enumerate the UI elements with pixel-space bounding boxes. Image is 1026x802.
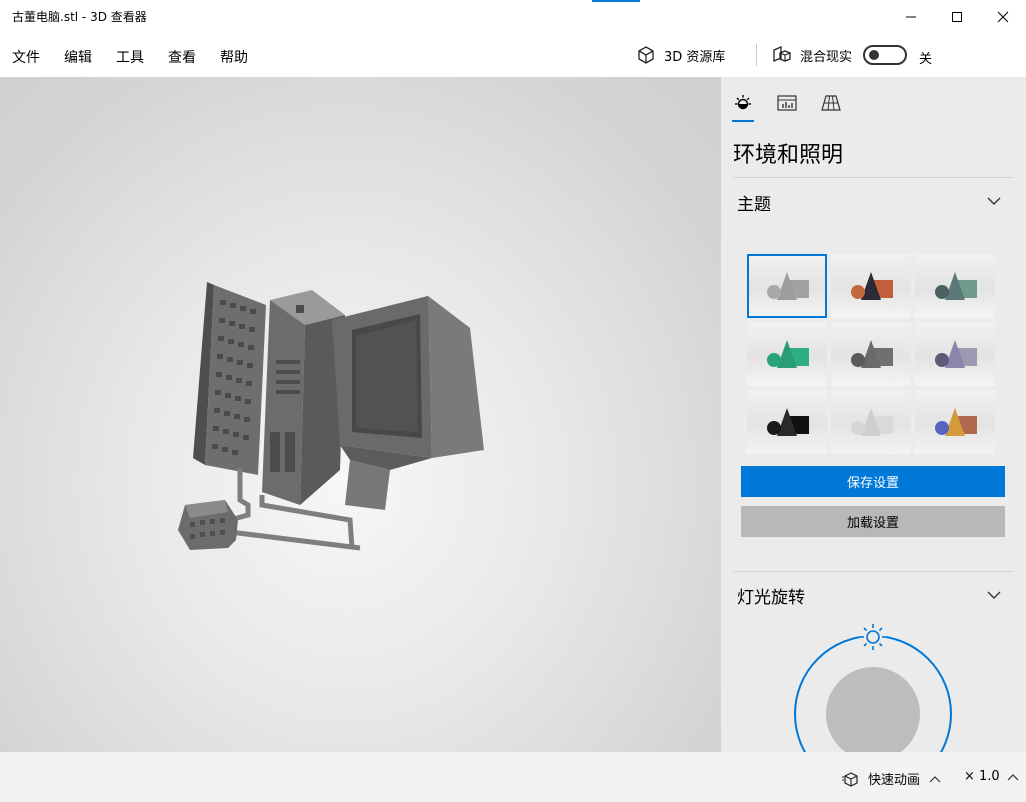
theme-tile[interactable] [747,390,827,454]
close-button[interactable] [980,0,1026,33]
quick-animation-label: 快速动画 [868,773,921,788]
theme-tile[interactable] [915,322,995,386]
theme-section-header[interactable]: 主题 [737,190,771,215]
theme-preview [767,408,809,436]
chevron-up-icon [929,775,941,782]
menu-edit[interactable]: 编辑 [64,47,92,67]
theme-preview [851,408,893,436]
speed-button[interactable]: × 1.0 [964,769,1020,784]
theme-preview [935,408,977,436]
tab-underline [732,120,754,122]
bottom-bar: 快速动画 × 1.0 [0,752,1026,802]
theme-preview [851,272,893,300]
3d-library-label: 3D 资源库 [664,49,726,65]
theme-preview [851,340,893,368]
minimize-icon [906,16,916,17]
theme-preview [767,340,809,368]
mixed-reality-label: 混合现实 [800,49,853,65]
mixed-reality-button[interactable]: 混合现实 [772,44,852,66]
window-title: 古董电脑.stl - 3D 查看器 [12,10,147,24]
chevron-down-icon[interactable] [986,589,1002,601]
theme-tile[interactable] [831,390,911,454]
theme-grid [747,254,997,454]
menu-tools[interactable]: 工具 [116,47,144,67]
title-accent-line [592,0,640,2]
menu-bar: 文件 编辑 工具 查看 帮助 3D 资源库 混合现实 关 [0,33,1026,77]
panel-title: 环境和照明 [733,143,844,168]
close-icon [997,11,1009,22]
menu-view[interactable]: 查看 [168,47,196,67]
theme-preview [935,272,977,300]
computer-model[interactable] [0,77,721,752]
load-settings-button[interactable]: 加载设置 [741,506,1005,537]
theme-tile[interactable] [747,322,827,386]
menu-help[interactable]: 帮助 [220,47,248,67]
mixed-reality-state: 关 [919,52,933,67]
toggle-knob [869,50,879,60]
sun-handle-icon[interactable] [860,624,886,650]
theme-tile[interactable] [831,254,911,318]
menu-file[interactable]: 文件 [12,47,40,67]
tab-statistics[interactable] [773,89,801,117]
theme-tile[interactable] [915,254,995,318]
light-rotation-header[interactable]: 灯光旋转 [737,583,805,608]
properties-panel: 环境和照明 主题 保存设置 加载设置 灯光旋转 [721,77,1026,752]
theme-preview [935,340,977,368]
grid-icon [821,95,841,111]
maximize-icon [952,11,962,22]
3d-library-button[interactable]: 3D 资源库 [636,44,725,66]
crt-monitor [332,296,484,510]
minimize-button[interactable] [888,0,934,33]
toolbar-divider [756,44,757,66]
light-sphere [826,667,920,752]
tab-environment[interactable] [729,89,757,117]
theme-tile[interactable] [831,322,911,386]
separator [733,571,1013,572]
separator [733,177,1013,178]
theme-tile[interactable] [747,254,827,318]
stats-icon [777,95,797,111]
maximize-button[interactable] [934,0,980,33]
tab-grid[interactable] [817,89,845,117]
3d-viewport[interactable] [0,77,721,752]
mixed-reality-toggle[interactable] [863,45,907,65]
speed-label: × 1.0 [964,769,1000,784]
chevron-down-icon[interactable] [986,195,1002,207]
light-rotation-dial[interactable] [781,621,961,752]
animation-cube-icon [842,771,858,787]
chevron-up-icon [1007,773,1019,780]
theme-tile[interactable] [915,390,995,454]
save-settings-button[interactable]: 保存设置 [741,466,1005,497]
theme-preview [767,272,809,300]
mouse-connector [178,500,238,550]
title-bar: 古董电脑.stl - 3D 查看器 [0,0,1026,33]
quick-animation-button[interactable]: 快速动画 [842,769,942,788]
sun-icon [735,95,751,110]
mixed-reality-icon [773,46,791,62]
3d-cube-icon [638,46,654,64]
